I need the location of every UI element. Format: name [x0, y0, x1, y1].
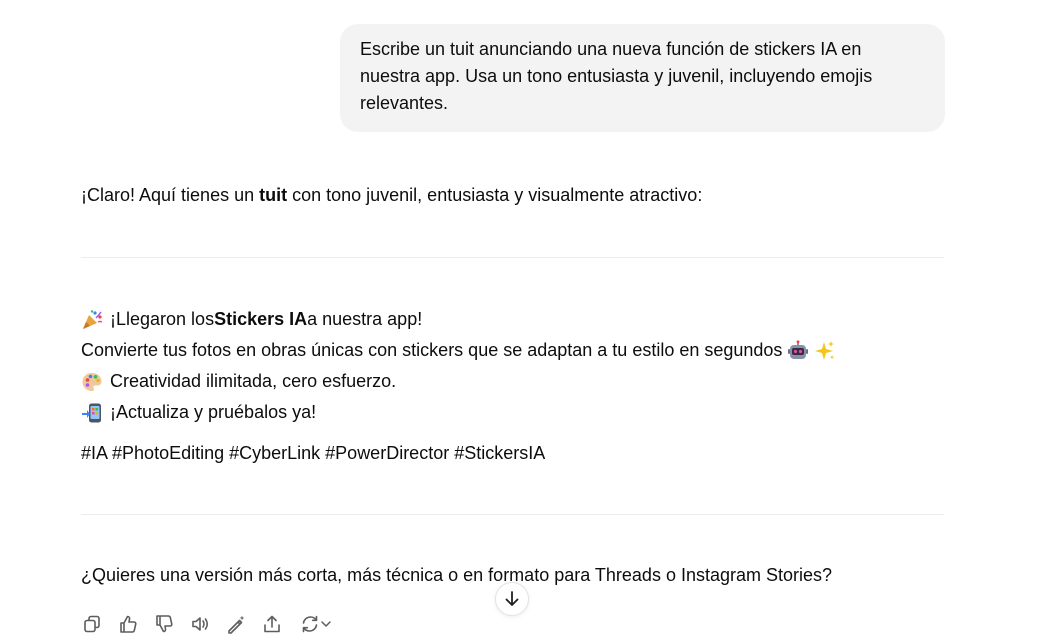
read-aloud-icon: [192, 617, 209, 631]
edit-in-canvas-button[interactable]: [224, 612, 248, 636]
robot-icon: [788, 339, 809, 359]
copy-icon: [84, 615, 100, 633]
party-popper-icon: [83, 309, 103, 329]
regenerate-button[interactable]: [296, 612, 336, 636]
tweet-hashtags: #IA #PhotoEditing #CyberLink #PowerDirec…: [81, 443, 546, 463]
thumbs-up-icon: [120, 615, 137, 633]
tweet-line-3: Creatividad ilimitada, cero esfuerzo.: [81, 366, 836, 397]
intro-text-after: con tono juvenil, entusiasta y visualmen…: [287, 185, 703, 205]
tweet-line-4-text: ¡Actualiza y pruébalos ya!: [110, 402, 317, 422]
scroll-to-bottom-button[interactable]: [495, 582, 529, 616]
bad-response-button[interactable]: [152, 612, 176, 636]
assistant-followup: ¿Quieres una versión más corta, más técn…: [81, 565, 833, 585]
copy-button[interactable]: [80, 612, 104, 636]
tweet-draft: ¡Llegaron los Stickers IA a nuestra app!…: [81, 304, 836, 428]
tweet-line-3-text: Creatividad ilimitada, cero esfuerzo.: [110, 371, 397, 391]
tweet-line-1-bold: Stickers IA: [214, 309, 308, 329]
mobile-phone-arrow-icon: [82, 403, 101, 422]
intro-text-before: ¡Claro! Aquí tienes un: [81, 185, 260, 205]
chevron-down-icon: [321, 621, 331, 627]
message-action-bar: [80, 612, 348, 636]
tweet-line-2-text: Convierte tus fotos en obras únicas con …: [81, 340, 783, 360]
share-button[interactable]: [260, 612, 284, 636]
intro-text-bold: tuit: [259, 185, 288, 205]
tweet-line-1: ¡Llegaron los Stickers IA a nuestra app!: [81, 304, 836, 335]
tweet-line-1-after: a nuestra app!: [307, 309, 423, 329]
read-aloud-button[interactable]: [188, 612, 212, 636]
sparkles-icon: [815, 340, 835, 360]
user-message-bubble: Escribe un tuit anunciando una nueva fun…: [340, 24, 945, 132]
tweet-line-4: ¡Actualiza y pruébalos ya!: [81, 397, 836, 428]
user-message-text: Escribe un tuit anunciando una nueva fun…: [360, 39, 873, 113]
tweet-line-2: Convierte tus fotos en obras únicas con …: [81, 335, 836, 366]
divider: [81, 514, 944, 515]
divider: [81, 257, 944, 258]
good-response-button[interactable]: [116, 612, 140, 636]
tweet-line-1-before: ¡Llegaron los: [110, 309, 215, 329]
share-icon: [264, 615, 280, 633]
arrow-down-icon: [505, 591, 519, 606]
edit-magic-icon: [228, 615, 245, 634]
artist-palette-icon: [82, 372, 102, 391]
assistant-intro: ¡Claro! Aquí tienes un tuit con tono juv…: [81, 182, 702, 209]
regenerate-icon: [302, 615, 318, 633]
thumbs-down-icon: [156, 615, 173, 633]
